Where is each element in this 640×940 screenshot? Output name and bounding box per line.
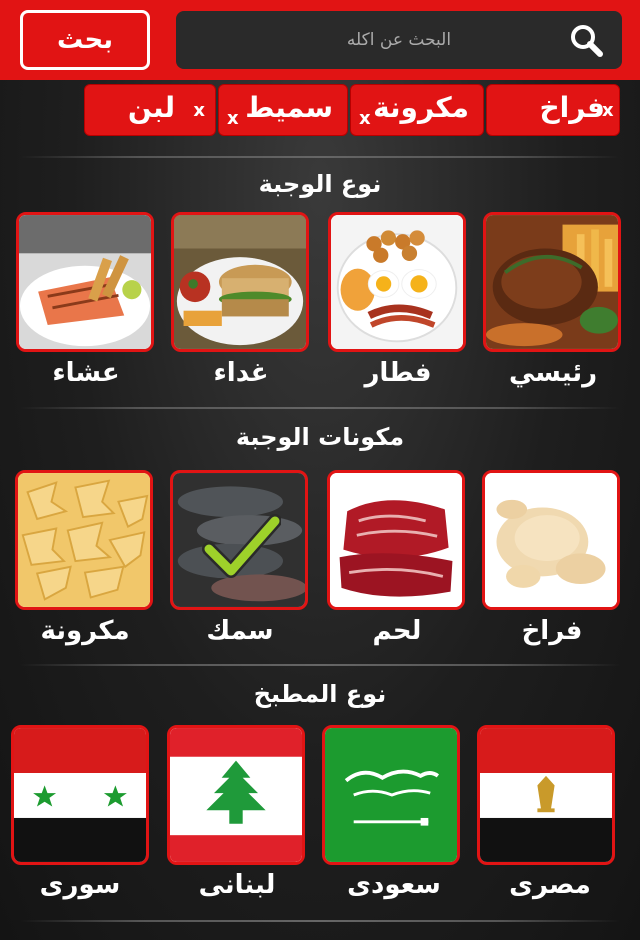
chip-filter[interactable]: فراخ	[486, 84, 620, 136]
chip-filter[interactable]: مكرونة x	[350, 84, 484, 136]
search-box[interactable]	[176, 11, 622, 69]
cuisine-saudi[interactable]	[322, 725, 460, 865]
checkmark-icon	[202, 514, 281, 578]
search-icon[interactable]	[568, 22, 604, 58]
chip-label: مكرونة	[373, 91, 469, 124]
meal-type-lunch[interactable]	[171, 212, 309, 352]
cuisine-syrian[interactable]	[11, 725, 149, 865]
chip-filter[interactable]: لبن x	[84, 84, 216, 136]
saudi-flag	[325, 728, 457, 862]
meal-type-dinner-label: عشاء	[52, 358, 120, 388]
pasta-image	[18, 473, 150, 607]
meal-type-breakfast[interactable]	[328, 212, 466, 352]
ingredient-pasta-label: مكرونة	[40, 616, 130, 646]
ingredient-meat[interactable]	[327, 470, 465, 610]
dinner-salmon-image	[19, 215, 151, 349]
divider	[20, 156, 620, 158]
cuisine-egyptian[interactable]	[477, 725, 615, 865]
meal-type-breakfast-label: فطار	[364, 358, 432, 388]
lebanon-flag	[170, 728, 302, 862]
ingredient-fish[interactable]	[170, 470, 308, 610]
ingredient-meat-label: لحم	[372, 616, 422, 646]
ingredient-chicken-label: فراخ	[521, 616, 583, 646]
cuisine-egyptian-label: مصرى	[509, 870, 591, 900]
divider	[20, 664, 620, 666]
meal-type-dinner[interactable]	[16, 212, 154, 352]
meal-type-lunch-label: غداء	[213, 358, 269, 388]
divider	[20, 920, 620, 922]
chip-label: سميط	[245, 91, 333, 124]
ingredient-pasta[interactable]	[15, 470, 153, 610]
lunch-sandwich-image	[174, 215, 306, 349]
meal-type-main[interactable]	[483, 212, 621, 352]
meat-image	[330, 473, 462, 607]
ingredient-fish-label: سمك	[206, 616, 274, 646]
chip-remove-icon[interactable]: x	[359, 108, 371, 129]
cuisine-saudi-label: سعودى	[347, 870, 441, 900]
section-title-cuisine: نوع المطبخ	[253, 680, 387, 708]
cuisine-lebanese-label: لبنانى	[198, 870, 276, 900]
cuisine-syrian-label: سورى	[39, 870, 121, 900]
chip-filter[interactable]: سميط x	[218, 84, 348, 136]
search-input[interactable]	[234, 30, 564, 50]
egypt-flag	[480, 728, 612, 862]
chicken-image	[485, 473, 617, 607]
chip-remove-icon[interactable]: x	[227, 108, 239, 129]
breakfast-image	[331, 215, 463, 349]
ingredient-chicken[interactable]	[482, 470, 620, 610]
chip-label: لبن	[127, 91, 175, 124]
divider	[20, 407, 620, 409]
cuisine-lebanese[interactable]	[167, 725, 305, 865]
meal-type-main-label: رئيسي	[508, 358, 598, 388]
chip-remove-icon[interactable]: x	[602, 100, 614, 121]
chip-remove-icon[interactable]: x	[193, 100, 205, 121]
syria-flag	[14, 728, 146, 862]
section-title-ingredients: مكونات الوجبة	[235, 423, 405, 451]
chip-label: فراخ	[539, 91, 605, 124]
selected-filters: فراخ مكرونة x سميط x لبن x	[0, 82, 640, 138]
steak-image	[486, 215, 618, 349]
section-title-meal-type: نوع الوجبة	[258, 170, 382, 198]
search-button[interactable]: بحث	[20, 10, 150, 70]
